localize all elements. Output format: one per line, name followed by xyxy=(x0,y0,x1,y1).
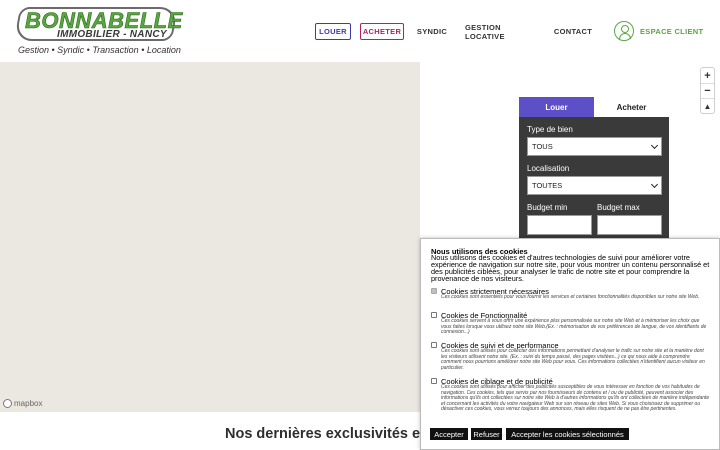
performance-checkbox[interactable] xyxy=(431,342,437,348)
map-canvas[interactable] xyxy=(0,62,420,412)
zoom-in-button[interactable]: + xyxy=(701,68,714,83)
localisation-select[interactable]: TOUTES xyxy=(527,176,662,195)
mapbox-icon xyxy=(3,399,12,408)
tab-acheter[interactable]: Acheter xyxy=(594,97,669,117)
cookie-accept-button[interactable]: Accepter xyxy=(430,428,468,440)
chevron-down-icon xyxy=(650,141,659,150)
cookie-option-desc: Ces cookies sont utilisés pour afficher … xyxy=(441,384,710,413)
tagline: Gestion • Syndic • Transaction • Locatio… xyxy=(18,45,181,55)
cookie-option-desc: Ces cookies sont essentiels pour vous fo… xyxy=(441,294,700,300)
nav-syndic-link[interactable]: SYNDIC xyxy=(414,23,450,40)
localisation-select-value: TOUTES xyxy=(532,181,563,190)
functionality-checkbox[interactable] xyxy=(431,312,437,318)
cookie-option-desc: Ces cookies sont utilisés pour collecter… xyxy=(441,348,705,371)
nav-louer-button[interactable]: LOUER xyxy=(315,23,351,40)
mapbox-label: mapbox xyxy=(14,399,43,408)
mapbox-attribution[interactable]: mapbox xyxy=(3,398,42,409)
budget-max-input[interactable] xyxy=(597,215,662,235)
nav-contact-link[interactable]: CONTACT xyxy=(553,23,593,40)
localisation-label: Localisation xyxy=(527,164,570,173)
cookie-intro: Nous utilisons des cookies et d'autres t… xyxy=(431,253,710,283)
tab-louer[interactable]: Louer xyxy=(519,97,594,117)
type-label: Type de bien xyxy=(527,125,573,134)
cookie-accept-selected-button[interactable]: Accepter les cookies sélectionnés xyxy=(506,428,629,440)
user-icon[interactable] xyxy=(614,21,634,41)
site-header: BONNABELLE IMMOBILIER - NANCY Gestion • … xyxy=(0,0,720,62)
targeting-checkbox[interactable] xyxy=(431,378,437,384)
logo-subtitle: IMMOBILIER - NANCY xyxy=(57,29,167,40)
type-select-value: TOUS xyxy=(532,142,553,151)
nav-gestion-locative-link[interactable]: GESTION LOCATIVE xyxy=(465,23,537,41)
zoom-out-button[interactable]: − xyxy=(701,83,714,98)
espace-client-link[interactable]: ESPACE CLIENT xyxy=(640,27,703,36)
search-panel: Louer Acheter Type de bien TOUS Localisa… xyxy=(519,97,669,238)
budget-min-label: Budget min xyxy=(527,203,568,212)
exclusivites-heading: Nos dernières exclusivités en xyxy=(225,426,429,442)
type-select[interactable]: TOUS xyxy=(527,137,662,156)
nav-acheter-button[interactable]: ACHETER xyxy=(360,23,404,40)
budget-max-label: Budget max xyxy=(597,203,640,212)
cookie-option-desc: Ces cookies servent à vous offrir une ex… xyxy=(441,318,707,336)
map-zoom-controls: + − ▲ xyxy=(700,67,715,114)
budget-min-input[interactable] xyxy=(527,215,592,235)
page: BONNABELLE IMMOBILIER - NANCY Gestion • … xyxy=(0,0,720,450)
compass-icon[interactable]: ▲ xyxy=(701,98,714,113)
necessary-checkbox xyxy=(431,288,437,294)
chevron-down-icon xyxy=(650,180,659,189)
cookie-refuse-button[interactable]: Refuser xyxy=(471,428,502,440)
site-logo[interactable]: BONNABELLE IMMOBILIER - NANCY xyxy=(14,7,183,43)
cookie-consent-dialog: Nous utilisons des cookies Nous utilison… xyxy=(420,238,720,450)
